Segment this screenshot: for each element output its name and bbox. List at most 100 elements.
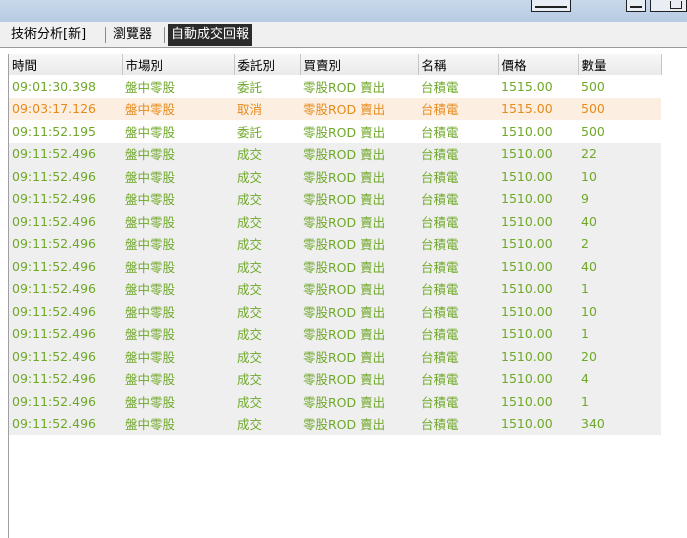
cell-time: 09:01:30.398 [9,75,122,98]
table-row[interactable]: 09:03:17.126 盤中零股 取消 零股ROD 賣出 台積電 1515.00 500 [9,97,661,120]
cell-market: 盤中零股 [122,232,234,255]
table-row[interactable]: 09:11:52.496 盤中零股 成交 零股ROD 賣出 台積電 1510.00 10 [9,165,661,188]
table-row[interactable]: 09:11:52.496 盤中零股 成交 零股ROD 賣出 台積電 1510.00 340 [9,412,661,435]
cell-side: 零股ROD 賣出 [300,390,418,413]
cell-side: 零股ROD 賣出 [300,255,418,278]
tab-bar: 技術分析[新] 瀏覽器 自動成交回報 [0,22,687,48]
cell-price: 1510.00 [498,300,578,323]
cell-quantity: 340 [578,412,661,435]
table-row[interactable]: 09:11:52.496 盤中零股 成交 零股ROD 賣出 台積電 1510.00 1 [9,322,661,345]
tab-auto-trade-report[interactable]: 自動成交回報 [168,24,253,46]
cell-order-type: 成交 [234,345,300,368]
tab-separator [164,27,165,43]
cell-quantity: 1 [578,322,661,345]
cell-name: 台積電 [418,165,498,188]
table-row[interactable]: 09:11:52.496 盤中零股 成交 零股ROD 賣出 台積電 1510.00 2 [9,232,661,255]
cell-quantity: 40 [578,255,661,278]
cell-order-type: 成交 [234,210,300,233]
cell-price: 1510.00 [498,210,578,233]
cell-time: 09:11:52.496 [9,300,122,323]
cell-order-type: 成交 [234,187,300,210]
cell-order-type: 成交 [234,412,300,435]
cell-name: 台積電 [418,97,498,120]
cell-order-type: 成交 [234,165,300,188]
column-header-quantity[interactable]: 數量 [578,54,662,75]
cell-time: 09:11:52.496 [9,367,122,390]
cell-price: 1510.00 [498,277,578,300]
cell-price: 1510.00 [498,412,578,435]
trade-report-table: 時間 市場別 委託別 買賣別 名稱 價格 數量 09:01:30.398 盤中零股… [9,54,662,435]
column-header-order-type[interactable]: 委託別 [234,54,301,75]
panel-minimize-button[interactable] [531,0,571,12]
cell-name: 台積電 [418,232,498,255]
cell-name: 台積電 [418,255,498,278]
cell-quantity: 40 [578,210,661,233]
cell-market: 盤中零股 [122,165,234,188]
cell-order-type: 成交 [234,232,300,255]
cell-side: 零股ROD 賣出 [300,412,418,435]
cell-name: 台積電 [418,120,498,143]
cell-price: 1510.00 [498,232,578,255]
column-header-name[interactable]: 名稱 [418,54,499,75]
tab-browser[interactable]: 瀏覽器 [110,25,155,45]
cell-time: 09:11:52.496 [9,345,122,368]
table-row[interactable]: 09:11:52.496 盤中零股 成交 零股ROD 賣出 台積電 1510.00 10 [9,300,661,323]
cell-market: 盤中零股 [122,277,234,300]
table-row[interactable]: 09:11:52.496 盤中零股 成交 零股ROD 賣出 台積電 1510.00 4 [9,367,661,390]
column-header-market[interactable]: 市場別 [122,54,235,75]
cell-time: 09:11:52.496 [9,255,122,278]
cell-side: 零股ROD 賣出 [300,75,418,98]
table-row[interactable]: 09:11:52.496 盤中零股 成交 零股ROD 賣出 台積電 1510.00 1 [9,390,661,413]
window-titlebar [0,0,687,23]
table-row[interactable]: 09:11:52.496 盤中零股 成交 零股ROD 賣出 台積電 1510.00 22 [9,142,661,165]
table-row[interactable]: 09:11:52.496 盤中零股 成交 零股ROD 賣出 台積電 1510.00 40 [9,255,661,278]
cell-time: 09:03:17.126 [9,97,122,120]
cell-time: 09:11:52.496 [9,142,122,165]
table-row[interactable]: 09:11:52.195 盤中零股 委託 零股ROD 賣出 台積電 1510.00 500 [9,120,661,143]
window-minimize-button[interactable] [626,0,646,12]
restore-icon [670,1,682,9]
cell-side: 零股ROD 賣出 [300,367,418,390]
cell-quantity: 4 [578,367,661,390]
column-header-price[interactable]: 價格 [498,54,579,75]
cell-name: 台積電 [418,277,498,300]
cell-side: 零股ROD 賣出 [300,232,418,255]
column-header-time[interactable]: 時間 [9,54,123,75]
column-header-side[interactable]: 買賣別 [300,54,419,75]
cell-order-type: 成交 [234,300,300,323]
cell-order-type: 委託 [234,120,300,143]
cell-time: 09:11:52.496 [9,165,122,188]
table-row[interactable]: 09:11:52.496 盤中零股 成交 零股ROD 賣出 台積電 1510.00 9 [9,187,661,210]
tab-technical-analysis[interactable]: 技術分析[新] [8,25,89,45]
cell-order-type: 成交 [234,390,300,413]
minimize-icon [630,6,642,8]
table-row[interactable]: 09:11:52.496 盤中零股 成交 零股ROD 賣出 台積電 1510.00 1 [9,277,661,300]
table-row[interactable]: 09:01:30.398 盤中零股 委託 零股ROD 賣出 台積電 1515.00 500 [9,75,661,98]
cell-quantity: 22 [578,142,661,165]
cell-name: 台積電 [418,322,498,345]
table-row[interactable]: 09:11:52.496 盤中零股 成交 零股ROD 賣出 台積電 1510.00 40 [9,210,661,233]
cell-side: 零股ROD 賣出 [300,120,418,143]
trade-report-panel: 時間 市場別 委託別 買賣別 名稱 價格 數量 09:01:30.398 盤中零股… [8,54,687,538]
cell-side: 零股ROD 賣出 [300,345,418,368]
cell-price: 1510.00 [498,367,578,390]
cell-time: 09:11:52.496 [9,232,122,255]
cell-market: 盤中零股 [122,367,234,390]
cell-name: 台積電 [418,412,498,435]
cell-price: 1515.00 [498,75,578,98]
cell-time: 09:11:52.496 [9,412,122,435]
window-restore-button[interactable] [650,0,687,12]
cell-side: 零股ROD 賣出 [300,210,418,233]
cell-quantity: 500 [578,120,661,143]
cell-order-type: 取消 [234,97,300,120]
table-row[interactable]: 09:11:52.496 盤中零股 成交 零股ROD 賣出 台積電 1510.00 20 [9,345,661,368]
cell-side: 零股ROD 賣出 [300,165,418,188]
cell-name: 台積電 [418,187,498,210]
cell-name: 台積電 [418,75,498,98]
cell-time: 09:11:52.496 [9,187,122,210]
cell-time: 09:11:52.496 [9,390,122,413]
cell-side: 零股ROD 賣出 [300,97,418,120]
cell-quantity: 500 [578,75,661,98]
cell-market: 盤中零股 [122,345,234,368]
cell-price: 1510.00 [498,120,578,143]
